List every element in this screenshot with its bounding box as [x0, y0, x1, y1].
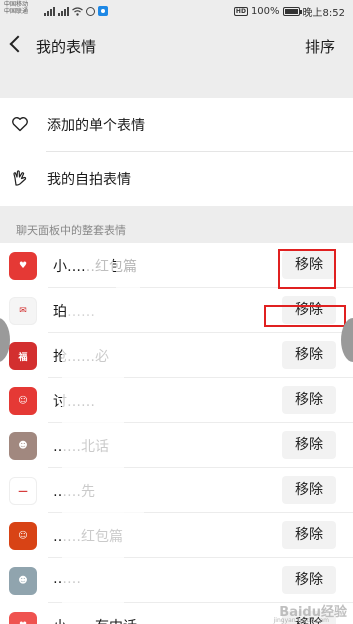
highlight-box [264, 305, 346, 327]
sticker-pack-avatar: ♥ [9, 612, 37, 624]
sticker-pack-row[interactable]: 福抢……必移除 [0, 333, 353, 378]
sticker-pack-avatar: ✉ [9, 297, 37, 325]
signal-bars-icon [58, 7, 69, 16]
back-arrow-icon[interactable] [9, 35, 27, 53]
redaction-overlay [62, 336, 124, 614]
sticker-pack-avatar: ♥ [9, 252, 37, 280]
remove-button[interactable]: 移除 [282, 521, 336, 549]
status-time: 晚上8:52 [302, 8, 345, 19]
menu-item-added-stickers[interactable]: 添加的单个表情 [0, 98, 353, 152]
section-header: 聊天面板中的整套表情 [16, 224, 126, 237]
hand-gesture-icon [13, 170, 27, 186]
sync-icon [86, 7, 95, 16]
menu-item-selfie-stickers[interactable]: 我的自拍表情 [0, 152, 353, 206]
sticker-pack-avatar: ☻ [9, 567, 37, 595]
sticker-pack-row[interactable]: ☻……移除 [0, 558, 353, 603]
nav-bar: 我的表情 排序 [0, 22, 353, 70]
battery-percent: 100% [250, 6, 280, 17]
status-bar: 中国移动 中国联通 HD 100% 晚上8:52 [0, 0, 353, 22]
signal-icons [44, 5, 108, 16]
sticker-pack-avatar: ☻ [9, 432, 37, 460]
menu-item-label: 添加的单个表情 [47, 118, 145, 134]
remove-button[interactable]: 移除 [282, 476, 336, 504]
battery-icon [282, 7, 302, 16]
sticker-pack-avatar: ☺ [9, 387, 37, 415]
sticker-pack-row[interactable]: ☺……红包篇移除 [0, 513, 353, 558]
hd-badge: HD [233, 7, 248, 16]
redaction-overlay [66, 292, 116, 332]
watermark-url: jingyan.baidu.com [273, 617, 329, 624]
sticker-pack-name: 小……有中话 [53, 616, 137, 624]
sticker-pack-row[interactable]: 一……先移除 [0, 468, 353, 513]
redaction-overlay [124, 470, 144, 540]
carrier-1: 中国移动 [4, 1, 29, 8]
heart-icon [12, 117, 28, 132]
redaction-overlay [116, 258, 140, 332]
sticker-pack-avatar: 福 [9, 342, 37, 370]
wifi-icon [72, 7, 83, 16]
app-notification-icon [98, 6, 108, 16]
sticker-pack-avatar: ☺ [9, 522, 37, 550]
highlight-box [278, 249, 336, 289]
sticker-pack-row[interactable]: ☺讨……移除 [0, 378, 353, 423]
remove-button[interactable]: 移除 [282, 431, 336, 459]
sort-button[interactable]: 排序 [305, 36, 335, 57]
remove-button[interactable]: 移除 [282, 386, 336, 414]
sticker-pack-list: ♥小……红包篇移除✉珀……移除福抢……必移除☺讨……移除☻……北话移除一……先移… [0, 243, 353, 624]
signal-bars-icon [44, 7, 55, 16]
page-title: 我的表情 [36, 38, 97, 56]
menu-item-label: 我的自拍表情 [47, 172, 131, 188]
single-sticker-group: 添加的单个表情 我的自拍表情 [0, 98, 353, 206]
remove-button[interactable]: 移除 [282, 566, 336, 594]
redaction-overlay [85, 250, 113, 286]
sticker-pack-avatar: 一 [9, 477, 37, 505]
sticker-pack-row[interactable]: ☻……北话移除 [0, 423, 353, 468]
remove-button[interactable]: 移除 [282, 341, 336, 369]
carrier-info: 中国移动 中国联通 [4, 1, 28, 15]
status-right: HD 100% 晚上8:52 [233, 4, 345, 19]
carrier-2: 中国联通 [4, 8, 29, 15]
